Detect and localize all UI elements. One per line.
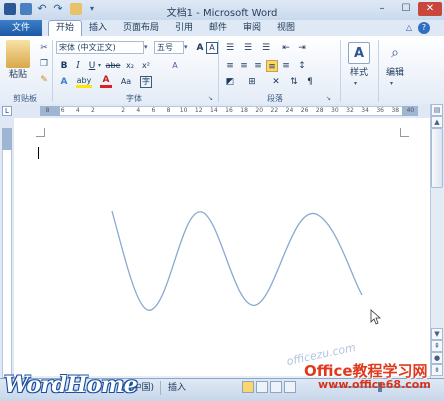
- drawn-curve-canvas: [111, 210, 382, 325]
- print-layout-view-button[interactable]: [242, 381, 254, 393]
- scroll-thumb[interactable]: [431, 128, 443, 188]
- previous-page-icon[interactable]: ⇞: [431, 340, 443, 352]
- scroll-down-button[interactable]: ▼: [431, 328, 443, 340]
- web-layout-view-button[interactable]: [270, 381, 282, 393]
- scroll-up-button[interactable]: ▲: [431, 116, 443, 128]
- insert-mode-status[interactable]: 插入: [168, 381, 186, 395]
- ruler-toggle-button[interactable]: ▤: [431, 104, 443, 116]
- select-browse-object-icon[interactable]: ●: [431, 352, 443, 364]
- status-divider: [160, 381, 161, 395]
- drawn-sine-curve: [111, 210, 363, 311]
- office68-watermark-url: www.office68.com: [318, 378, 431, 391]
- full-screen-reading-view-button[interactable]: [256, 381, 268, 393]
- outline-view-button[interactable]: [284, 381, 296, 393]
- wordhome-watermark: WordHome: [4, 372, 138, 398]
- next-page-icon[interactable]: ⇟: [431, 364, 443, 376]
- mouse-pointer-icon: [370, 309, 382, 325]
